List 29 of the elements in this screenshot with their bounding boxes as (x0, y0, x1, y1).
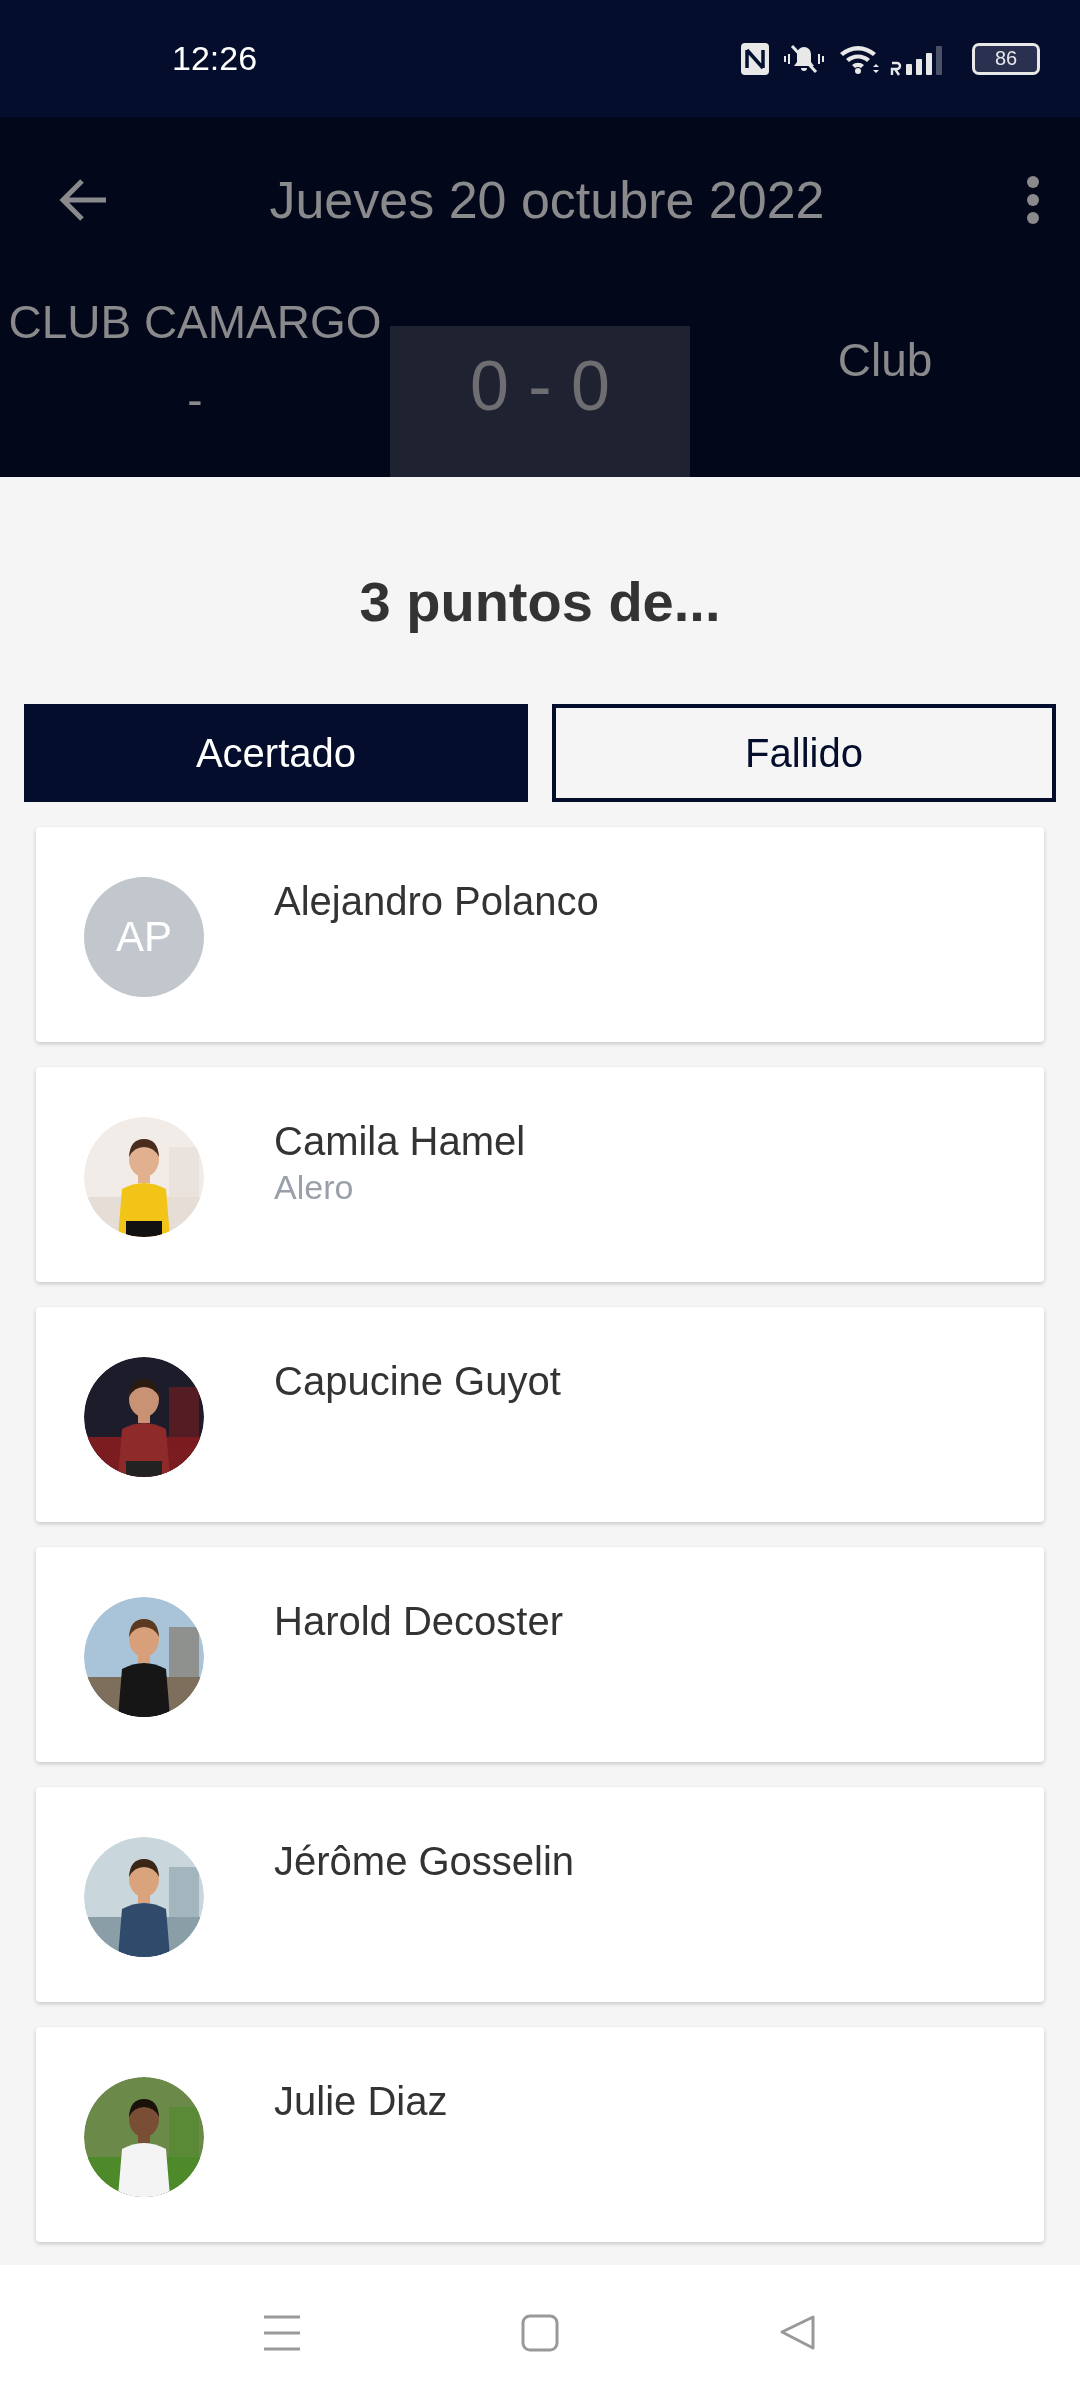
player-card[interactable]: Camila Hamel Alero (36, 1067, 1044, 1282)
away-team-name: Club (836, 333, 934, 388)
player-card[interactable]: Capucine Guyot (36, 1307, 1044, 1522)
menu-icon[interactable] (263, 2314, 301, 2351)
player-name: Harold Decoster (274, 1598, 563, 1645)
player-card[interactable]: Harold Decoster (36, 1547, 1044, 1762)
player-name: Julie Diaz (274, 2078, 448, 2125)
player-name: Camila Hamel (274, 1118, 526, 1165)
filter-tab[interactable]: Fallido (552, 704, 1056, 802)
home-team-name: CLUB CAMARGO - (7, 295, 383, 428)
player-name: Alejandro Polanco (274, 878, 599, 925)
player-position: Alero (274, 1167, 355, 1208)
status-time: 12:26 (172, 39, 258, 78)
player-card[interactable]: Jérôme Gosselin (36, 1787, 1044, 2002)
filter-tab[interactable]: Acertado (24, 704, 528, 802)
player-card[interactable]: Julie Diaz (36, 2027, 1044, 2242)
player-card[interactable]: AP Alejandro Polanco (36, 827, 1044, 1042)
player-name: Capucine Guyot (274, 1358, 561, 1405)
back-triangle-icon[interactable] (779, 2313, 817, 2352)
player-name: Jérôme Gosselin (274, 1838, 575, 1885)
avatar-initials: AP (116, 913, 172, 961)
match-score: 0 - 0 (469, 348, 611, 427)
more-menu-icon[interactable] (1026, 175, 1040, 225)
nfc-icon (740, 41, 770, 76)
home-square-icon[interactable] (521, 2313, 559, 2352)
battery-level: 86 (994, 47, 1018, 70)
back-arrow-icon[interactable] (58, 178, 108, 222)
match-date-title: Jueves 20 octubre 2022 (268, 170, 826, 230)
sheet-title: 3 puntos de... (359, 569, 721, 634)
